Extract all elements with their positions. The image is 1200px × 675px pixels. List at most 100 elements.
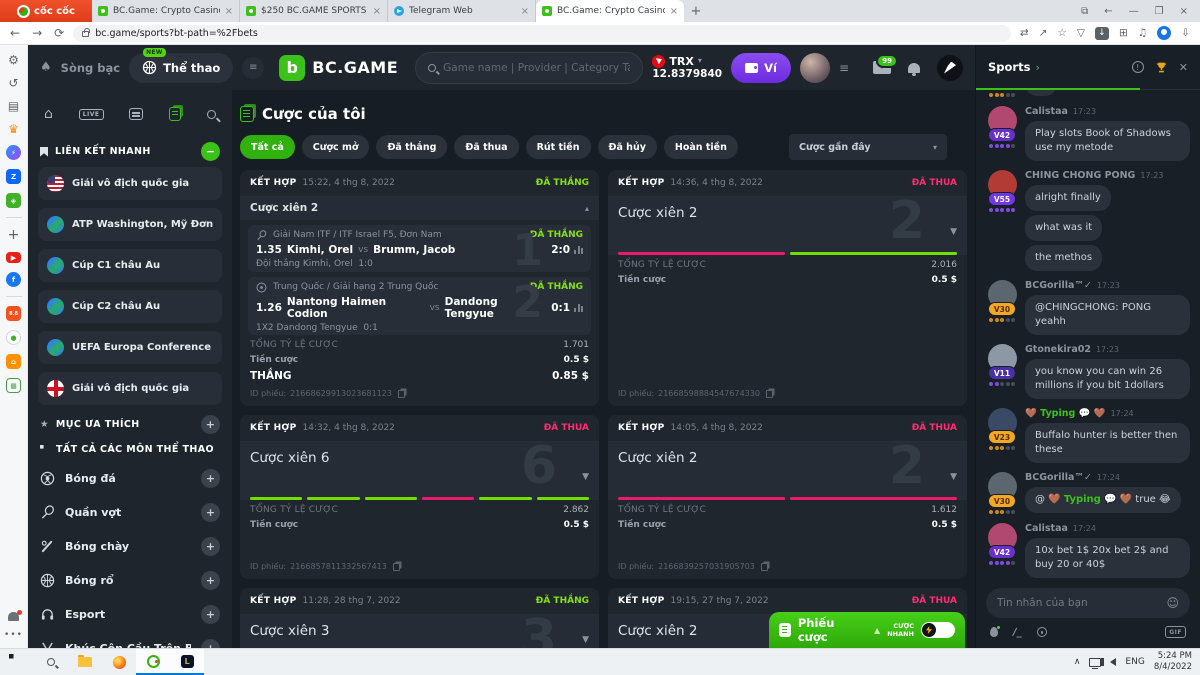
league-of-legends[interactable]: L — [170, 649, 204, 675]
tab-4-active[interactable]: BC.Game: Crypto Casino Gan× — [536, 0, 684, 22]
inbox-button[interactable]: 99 — [873, 61, 891, 74]
add-sport-button[interactable]: + — [201, 469, 220, 488]
messenger-icon[interactable]: ⚡ — [6, 145, 21, 160]
info-icon[interactable]: ! — [1132, 61, 1144, 73]
filter-cancelled[interactable]: Đã hủy — [598, 135, 657, 159]
wallet-button[interactable]: Ví — [731, 53, 791, 83]
tab-close-icon[interactable]: × — [225, 6, 233, 17]
back-shortcut-icon[interactable]: ← — [1104, 6, 1112, 17]
bet-title-toggle[interactable]: Cược xiên 2 2 ▼ — [608, 442, 967, 500]
sidebar-item-ice-hockey[interactable]: Khúc Côn Cầu Trên Băng+ — [38, 631, 222, 648]
search-input[interactable] — [443, 62, 630, 74]
add-sport-button[interactable]: + — [201, 605, 220, 624]
filter-cashout[interactable]: Rút tiền — [526, 135, 591, 159]
sort-dropdown[interactable]: Cược gần đây▾ — [789, 134, 947, 160]
zalo-icon[interactable]: Z — [6, 169, 21, 184]
sidebar-item-basketball[interactable]: Bóng rổ+ — [38, 563, 222, 597]
stats-icon[interactable] — [574, 304, 583, 312]
file-explorer[interactable] — [68, 649, 102, 675]
user-menu-icon[interactable]: ≡ — [839, 61, 850, 75]
shield-icon[interactable]: ▽ — [1077, 27, 1085, 39]
reload-icon[interactable]: ⟳ — [54, 26, 64, 40]
copy-icon[interactable] — [761, 563, 768, 571]
tab-2[interactable]: $250 BC.GAME SPORTS PARL× — [240, 0, 388, 22]
copy-icon[interactable] — [393, 563, 400, 571]
reader-mode-icon[interactable]: ⧉ — [1081, 6, 1088, 17]
search-icon[interactable] — [207, 110, 216, 119]
tab-close-icon[interactable]: × — [373, 6, 381, 17]
forward-icon[interactable]: → — [32, 26, 42, 40]
bet-title-toggle[interactable]: Cược xiên 2▴ — [240, 197, 599, 220]
quick-link-item[interactable]: ATP Washington, Mỹ Đơn Nam — [38, 208, 222, 241]
new-tab-button[interactable]: + — [684, 0, 708, 22]
filter-lost[interactable]: Đã thua — [454, 135, 518, 159]
chat-input[interactable] — [997, 597, 1160, 609]
calendar-icon[interactable] — [129, 108, 143, 120]
username[interactable]: BCGorilla™✓ — [1025, 472, 1092, 483]
username[interactable]: Calistaa — [1025, 106, 1068, 117]
download-manager-icon[interactable]: ↓ — [1095, 27, 1109, 40]
add-sport-button[interactable]: + — [201, 639, 220, 649]
sidebar-item-tennis[interactable]: Quần vợt+ — [38, 495, 222, 529]
sports-nav-pill[interactable]: NEW Thể thao — [129, 53, 233, 83]
language-indicator[interactable]: ENG — [1125, 657, 1144, 667]
browser-brand[interactable]: cốc cốc — [0, 0, 92, 22]
commands-icon[interactable]: ∕_ — [1013, 627, 1022, 638]
volume-icon[interactable] — [1110, 658, 1116, 666]
close-icon[interactable]: ✕ — [1179, 61, 1188, 74]
feed-icon[interactable]: ▤ — [8, 99, 19, 113]
translate-icon[interactable]: ⇄ — [1020, 27, 1029, 39]
filter-all[interactable]: Tất cả — [240, 135, 295, 159]
add-sport-button[interactable]: + — [201, 503, 220, 522]
username[interactable]: CHING CHONG PONG — [1025, 170, 1135, 181]
games-icon[interactable]: ◈ — [6, 193, 21, 208]
stats-icon[interactable] — [574, 246, 583, 254]
my-bets-icon[interactable] — [169, 107, 181, 121]
back-icon[interactable]: ← — [10, 26, 20, 40]
network-icon[interactable] — [1089, 658, 1101, 667]
history-icon[interactable]: ↺ — [8, 76, 18, 90]
media-icon[interactable]: ♫ — [1138, 27, 1147, 39]
quick-link-item[interactable]: Cúp C1 châu Âu — [38, 249, 222, 282]
maximize-button[interactable]: ❐ — [1155, 6, 1164, 17]
username[interactable]: BCGorilla™✓ — [1025, 280, 1092, 291]
firefox[interactable] — [102, 649, 136, 675]
cart-icon[interactable]: ⌂ — [6, 354, 21, 369]
quick-link-item[interactable]: UEFA Europa Conference League — [38, 331, 222, 364]
live-icon[interactable]: LIVE — [79, 109, 104, 120]
filter-open[interactable]: Cược mở — [302, 135, 370, 159]
sheet-icon[interactable]: ▦ — [6, 378, 21, 393]
gif-icon[interactable]: GIF — [1165, 626, 1186, 638]
balance-block[interactable]: TRX▾ 12.8379840 — [652, 55, 722, 81]
chevron-right-icon[interactable]: › — [1035, 61, 1039, 74]
pingpong-icon[interactable]: ● — [6, 330, 21, 345]
collapse-section-button[interactable]: − — [201, 142, 220, 161]
chat-pen-icon[interactable] — [937, 55, 963, 81]
bet-title-toggle[interactable]: Cược xiên 3 3 ▼ — [240, 615, 599, 648]
casino-nav-link[interactable]: Sòng bạc — [61, 61, 120, 75]
coin-icon[interactable] — [1037, 627, 1047, 637]
close-button[interactable]: × — [1180, 6, 1188, 17]
coccoc-browser[interactable] — [136, 649, 170, 675]
bet-title-toggle[interactable]: Cược xiên 6 6 ▼ — [240, 442, 599, 500]
sidebar-item-esport[interactable]: Esport+ — [38, 597, 222, 631]
user-avatar[interactable] — [800, 53, 830, 83]
facebook-icon[interactable]: f — [6, 272, 21, 287]
tab-close-icon[interactable]: × — [521, 6, 529, 17]
quick-bet-toggle[interactable] — [921, 622, 955, 638]
minimize-button[interactable]: — — [1129, 6, 1139, 17]
more-icon[interactable]: ••• — [4, 630, 23, 640]
taskbar-search[interactable] — [34, 649, 68, 675]
quick-link-item[interactable]: Giải vô địch quốc gia — [38, 167, 222, 200]
tray-expand-icon[interactable]: ∧ — [1074, 657, 1081, 667]
username[interactable]: 🤎 Typing 💬 🤎 — [1025, 408, 1106, 419]
home-icon[interactable]: ⌂ — [44, 106, 53, 122]
username[interactable]: Calistaa — [1025, 523, 1068, 534]
username[interactable]: Gtonekira02 — [1025, 344, 1091, 355]
youtube-icon[interactable]: ▶ — [6, 252, 21, 263]
bookmark-star-icon[interactable]: ☆ — [1057, 27, 1066, 39]
bell-icon[interactable] — [908, 63, 920, 73]
betslip-bar[interactable]: Phiếu cược ▲ CƯỢCNHANH — [769, 612, 965, 648]
settings-gear-icon[interactable]: ⚙ — [8, 53, 19, 67]
filter-won[interactable]: Đã thắng — [376, 135, 447, 159]
